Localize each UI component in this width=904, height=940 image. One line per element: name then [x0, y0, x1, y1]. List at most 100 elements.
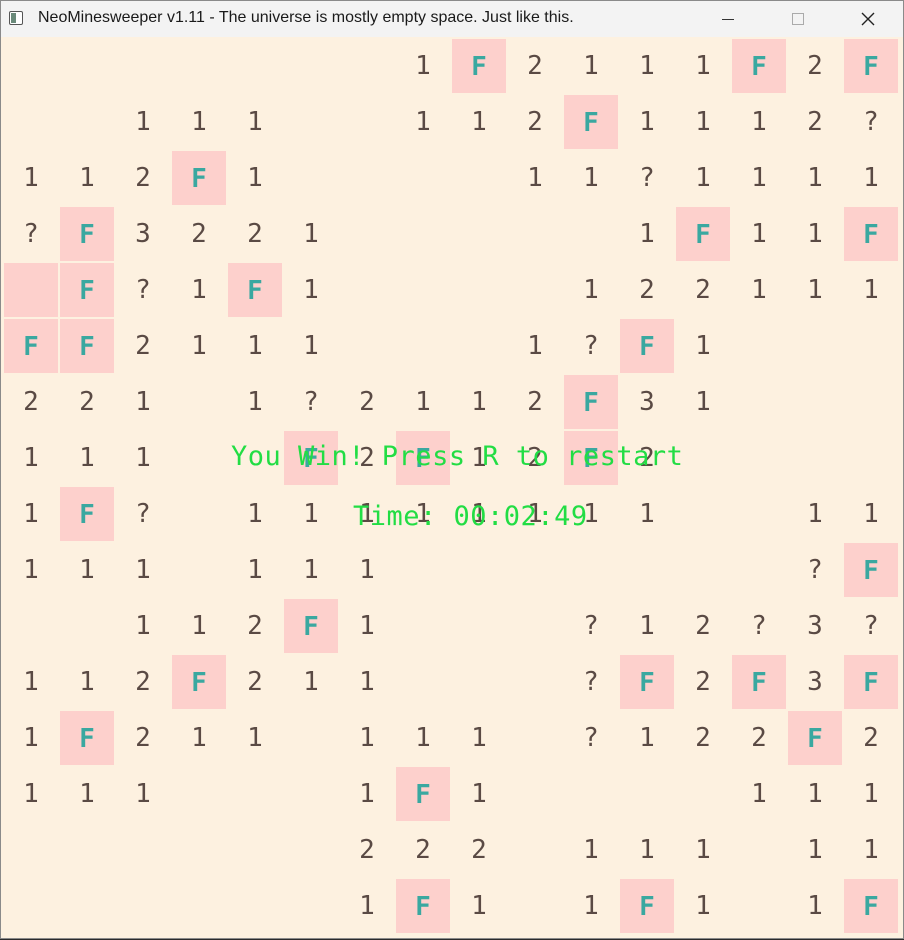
empty-cell[interactable] — [339, 262, 395, 318]
number-cell[interactable]: 2 — [59, 374, 115, 430]
empty-cell[interactable] — [283, 38, 339, 94]
empty-cell[interactable] — [339, 38, 395, 94]
empty-cell[interactable] — [619, 542, 675, 598]
number-cell[interactable]: 1 — [563, 878, 619, 934]
question-cell[interactable]: ? — [115, 262, 171, 318]
number-cell[interactable]: 1 — [507, 318, 563, 374]
number-cell[interactable]: 1 — [787, 822, 843, 878]
number-cell[interactable]: 1 — [395, 38, 451, 94]
empty-cell[interactable] — [507, 542, 563, 598]
number-cell[interactable]: 1 — [787, 206, 843, 262]
question-cell[interactable]: ? — [563, 318, 619, 374]
number-cell[interactable]: 1 — [675, 318, 731, 374]
empty-cell[interactable] — [507, 822, 563, 878]
number-cell[interactable]: 1 — [563, 38, 619, 94]
empty-cell[interactable] — [507, 766, 563, 822]
question-cell[interactable]: ? — [843, 598, 899, 654]
empty-cell[interactable] — [731, 822, 787, 878]
maximize-button[interactable] — [775, 1, 821, 37]
number-cell[interactable]: 1 — [563, 150, 619, 206]
flag-cell[interactable]: F — [59, 262, 115, 318]
number-cell[interactable]: 1 — [451, 94, 507, 150]
empty-cell[interactable] — [339, 150, 395, 206]
title-bar[interactable]: NeoMinesweeper v1.11 - The universe is m… — [1, 1, 903, 37]
number-cell[interactable]: 1 — [339, 766, 395, 822]
empty-cell[interactable] — [451, 262, 507, 318]
number-cell[interactable]: 1 — [3, 654, 59, 710]
number-cell[interactable]: 3 — [787, 654, 843, 710]
number-cell[interactable]: 2 — [339, 374, 395, 430]
empty-cell[interactable] — [283, 94, 339, 150]
number-cell[interactable]: 1 — [675, 374, 731, 430]
empty-cell[interactable] — [843, 318, 899, 374]
number-cell[interactable]: 1 — [59, 766, 115, 822]
number-cell[interactable]: 1 — [731, 766, 787, 822]
number-cell[interactable]: 1 — [619, 94, 675, 150]
number-cell[interactable]: 3 — [619, 374, 675, 430]
empty-cell[interactable] — [59, 598, 115, 654]
number-cell[interactable]: 2 — [451, 822, 507, 878]
empty-cell[interactable] — [339, 318, 395, 374]
number-cell[interactable]: 1 — [283, 654, 339, 710]
number-cell[interactable]: 1 — [619, 822, 675, 878]
empty-cell[interactable] — [731, 542, 787, 598]
empty-cell[interactable] — [451, 598, 507, 654]
flag-cell[interactable]: F — [843, 878, 899, 934]
number-cell[interactable]: 2 — [507, 38, 563, 94]
number-cell[interactable]: 1 — [171, 318, 227, 374]
empty-cell[interactable] — [395, 206, 451, 262]
flag-cell[interactable]: F — [395, 878, 451, 934]
number-cell[interactable]: 1 — [115, 766, 171, 822]
number-cell[interactable]: 2 — [507, 374, 563, 430]
number-cell[interactable]: 1 — [731, 150, 787, 206]
empty-cell[interactable] — [3, 822, 59, 878]
question-cell[interactable]: ? — [787, 542, 843, 598]
number-cell[interactable]: 2 — [115, 150, 171, 206]
flag-cell[interactable]: F — [563, 94, 619, 150]
number-cell[interactable]: 1 — [675, 94, 731, 150]
number-cell[interactable]: 2 — [227, 654, 283, 710]
empty-cell[interactable] — [395, 542, 451, 598]
number-cell[interactable]: 2 — [731, 710, 787, 766]
empty-cell[interactable] — [171, 374, 227, 430]
question-cell[interactable]: ? — [731, 598, 787, 654]
number-cell[interactable]: 1 — [619, 206, 675, 262]
flag-cell[interactable]: F — [787, 710, 843, 766]
number-cell[interactable]: 1 — [675, 150, 731, 206]
number-cell[interactable]: 1 — [227, 486, 283, 542]
number-cell[interactable]: 2 — [675, 262, 731, 318]
empty-cell[interactable] — [787, 318, 843, 374]
flag-cell[interactable]: F — [395, 430, 451, 486]
empty-cell[interactable] — [227, 38, 283, 94]
number-cell[interactable]: 2 — [339, 430, 395, 486]
number-cell[interactable]: 1 — [339, 710, 395, 766]
number-cell[interactable]: 1 — [3, 542, 59, 598]
empty-cell[interactable] — [451, 654, 507, 710]
empty-cell[interactable] — [563, 206, 619, 262]
number-cell[interactable]: 1 — [451, 374, 507, 430]
number-cell[interactable]: 1 — [283, 486, 339, 542]
number-cell[interactable]: 1 — [843, 766, 899, 822]
number-cell[interactable]: 1 — [395, 486, 451, 542]
flag-cell[interactable]: F — [171, 654, 227, 710]
empty-cell[interactable] — [451, 542, 507, 598]
number-cell[interactable]: 2 — [507, 94, 563, 150]
flag-cell[interactable]: F — [843, 654, 899, 710]
empty-cell[interactable] — [507, 878, 563, 934]
empty-cell[interactable] — [451, 206, 507, 262]
number-cell[interactable]: 1 — [563, 822, 619, 878]
number-cell[interactable]: 1 — [171, 598, 227, 654]
empty-cell[interactable] — [59, 38, 115, 94]
empty-cell[interactable] — [283, 710, 339, 766]
empty-cell[interactable] — [731, 430, 787, 486]
empty-cell[interactable] — [675, 430, 731, 486]
flag-cell[interactable]: F — [843, 542, 899, 598]
number-cell[interactable]: 2 — [787, 38, 843, 94]
empty-cell[interactable] — [171, 542, 227, 598]
number-cell[interactable]: 1 — [451, 710, 507, 766]
flag-cell[interactable]: F — [675, 206, 731, 262]
number-cell[interactable]: 1 — [451, 878, 507, 934]
flag-cell[interactable]: F — [59, 206, 115, 262]
close-button[interactable] — [845, 1, 891, 37]
number-cell[interactable]: 1 — [3, 766, 59, 822]
